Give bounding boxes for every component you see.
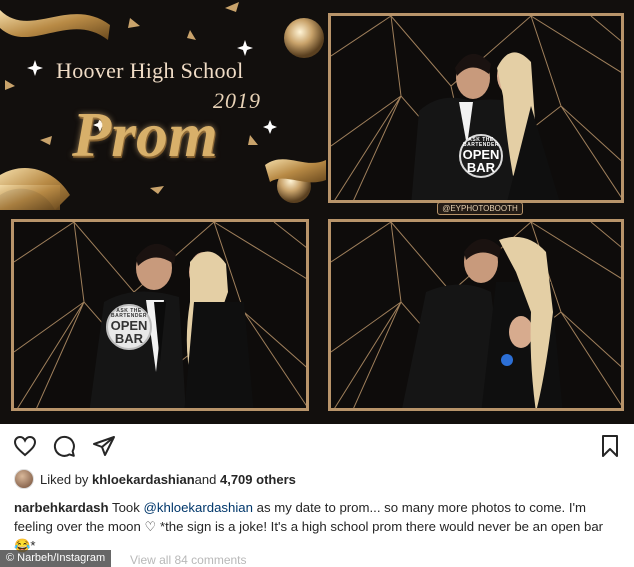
photo-frame-2: ASK THE BARTENDER OPEN BAR <box>11 219 309 411</box>
likes-middle: and <box>194 471 217 487</box>
bookmark-icon[interactable] <box>598 434 622 458</box>
couple-photo-2 <box>89 243 254 408</box>
post-photo[interactable]: Hoover High School 2019 Prom ASK THE BAR… <box>0 0 634 424</box>
prom-title: Prom <box>72 99 218 170</box>
caption-mention-link[interactable]: @khloekardashian <box>144 500 253 515</box>
likes-count-link[interactable]: 4,709 others <box>220 472 296 487</box>
liked-by-user-link[interactable]: khloekardashian <box>92 472 195 487</box>
photo-frame-3 <box>328 219 624 411</box>
prom-year: 2019 <box>213 88 261 113</box>
photo-credit: © Narbeh/Instagram <box>0 550 112 567</box>
school-name: Hoover High School <box>56 58 244 83</box>
caption-text-before: Took <box>108 500 144 515</box>
couple-photo-3 <box>402 237 563 408</box>
caption-username-link[interactable]: narbehkardash <box>14 500 109 515</box>
photobooth-tag: @EYPHOTOBOOTH <box>437 202 523 215</box>
paper-plane-icon[interactable] <box>92 434 116 458</box>
prom-flyer-panel: Hoover High School 2019 Prom <box>0 0 326 210</box>
likes-prefix: Liked by <box>40 471 89 487</box>
sign-line2: BAR <box>114 331 144 346</box>
heart-icon[interactable] <box>13 434 37 458</box>
open-bar-sign: ASK THE BARTENDER OPEN BAR <box>106 304 152 350</box>
avatar[interactable] <box>14 469 34 489</box>
likes-line: Liked by khloekardashian and 4,709 other… <box>14 468 296 490</box>
open-bar-sign: ASK THE BARTENDER OPEN BAR <box>459 134 503 178</box>
view-all-comments-link[interactable]: View all 84 comments <box>130 553 247 567</box>
comment-icon[interactable] <box>52 434 76 458</box>
photo-frame-1: ASK THE BARTENDER OPEN BAR <box>328 13 624 203</box>
post-actions-bar <box>0 424 634 466</box>
sign-line2: BAR <box>466 160 496 175</box>
post-caption: narbehkardash Took @khloekardashian as m… <box>14 498 620 555</box>
